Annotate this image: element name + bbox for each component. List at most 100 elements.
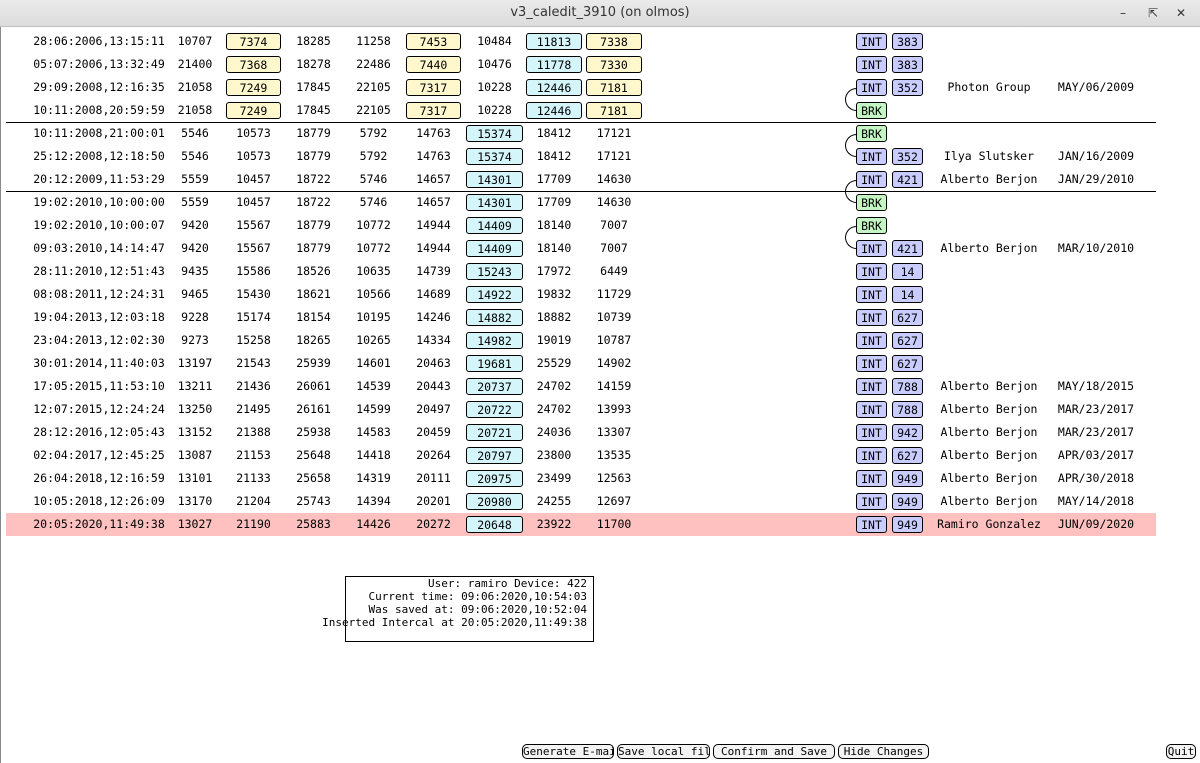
value-field[interactable]: 14409	[466, 240, 523, 257]
table-row[interactable]: 23:04:2013,12:02:30 9273 15258 18265 10265 14…	[6, 329, 1156, 352]
value-field[interactable]: 7181	[586, 102, 642, 119]
table-row[interactable]: 10:05:2018,12:26:09 13170 21204 25743 14394 2…	[6, 490, 1156, 513]
table-row[interactable]: 30:01:2014,11:40:03 13197 21543 25939 14601 2…	[6, 352, 1156, 375]
value-field[interactable]: 7330	[586, 56, 642, 73]
value-field[interactable]: 7317	[406, 102, 461, 119]
device-number-button[interactable]: 627	[892, 447, 923, 464]
device-number-button[interactable]: 14	[892, 263, 923, 280]
device-number-button[interactable]: 627	[892, 309, 923, 326]
device-number-button[interactable]: 788	[892, 378, 923, 395]
table-row[interactable]: 09:03:2010,14:14:47 9420 15567 18779 10772 14…	[6, 237, 1156, 260]
brk-button[interactable]: BRK	[856, 125, 887, 142]
value-field[interactable]: 7181	[586, 79, 642, 96]
device-number-button[interactable]: 788	[892, 401, 923, 418]
int-button[interactable]: INT	[856, 332, 887, 349]
device-number-button[interactable]: 421	[892, 171, 923, 188]
value-field[interactable]: 20722	[466, 401, 523, 418]
value-field[interactable]: 12446	[526, 79, 582, 96]
device-number-button[interactable]: 949	[892, 493, 923, 510]
table-row[interactable]: 26:04:2018,12:16:59 13101 21133 25658 14319 2…	[6, 467, 1156, 490]
int-button[interactable]: INT	[856, 401, 887, 418]
int-button[interactable]: INT	[856, 309, 887, 326]
int-button[interactable]: INT	[856, 148, 887, 165]
table-row[interactable]: 10:11:2008,21:00:01 5546 10573 18779 5792 147…	[6, 122, 1156, 145]
device-number-button[interactable]: 949	[892, 470, 923, 487]
int-button[interactable]: INT	[856, 240, 887, 257]
value-field[interactable]: 14409	[466, 217, 523, 234]
close-icon[interactable]: ✕	[1172, 4, 1190, 22]
table-row[interactable]: 28:12:2016,12:05:43 13152 21388 25938 14583 2…	[6, 421, 1156, 444]
device-number-button[interactable]: 14	[892, 286, 923, 303]
int-button[interactable]: INT	[856, 79, 887, 96]
table-row[interactable]: 19:04:2013,12:03:18 9228 15174 18154 10195 14…	[6, 306, 1156, 329]
table-row[interactable]: 17:05:2015,11:53:10 13211 21436 26061 14539 2…	[6, 375, 1156, 398]
device-number-button[interactable]: 383	[892, 56, 923, 73]
table-row[interactable]: 29:09:2008,12:16:35 21058 7249 17845 22105 73…	[6, 76, 1156, 99]
value-field[interactable]: 11813	[526, 33, 582, 50]
table-row[interactable]: 05:07:2006,13:32:49 21400 7368 18278 22486 74…	[6, 53, 1156, 76]
value-field[interactable]: 7249	[226, 102, 281, 119]
device-number-button[interactable]: 383	[892, 33, 923, 50]
table-row[interactable]: 08:08:2011,12:24:31 9465 15430 18621 10566 14…	[6, 283, 1156, 306]
int-button[interactable]: INT	[856, 516, 887, 533]
table-row[interactable]: 20:05:2020,11:49:38 13027 21190 25883 14426 2…	[6, 513, 1156, 536]
brk-button[interactable]: BRK	[856, 102, 887, 119]
table-row[interactable]: 19:02:2010,10:00:00 5559 10457 18722 5746 146…	[6, 191, 1156, 214]
value-field[interactable]: 15374	[466, 148, 523, 165]
device-number-button[interactable]: 949	[892, 516, 923, 533]
value-field[interactable]: 7317	[406, 79, 461, 96]
device-number-button[interactable]: 942	[892, 424, 923, 441]
table-row[interactable]: 12:07:2015,12:24:24 13250 21495 26161 14599 2…	[6, 398, 1156, 421]
brk-button[interactable]: BRK	[856, 217, 887, 234]
generate-email-button[interactable]: Generate E-mail	[522, 744, 614, 759]
int-button[interactable]: INT	[856, 447, 887, 464]
value-field[interactable]: 14982	[466, 332, 523, 349]
save-local-file-button[interactable]: Save local file	[617, 744, 710, 759]
table-row[interactable]: 10:11:2008,20:59:59 21058 7249 17845 22105 73…	[6, 99, 1156, 122]
value-field[interactable]: 14922	[466, 286, 523, 303]
int-button[interactable]: INT	[856, 56, 887, 73]
quit-button[interactable]: Quit	[1166, 744, 1196, 759]
int-button[interactable]: INT	[856, 263, 887, 280]
int-button[interactable]: INT	[856, 424, 887, 441]
table-row[interactable]: 25:12:2008,12:18:50 5546 10573 18779 5792 147…	[6, 145, 1156, 168]
value-field[interactable]: 7249	[226, 79, 281, 96]
value-field[interactable]: 20797	[466, 447, 523, 464]
value-field[interactable]: 15243	[466, 263, 523, 280]
value-field[interactable]: 20975	[466, 470, 523, 487]
value-field[interactable]: 14301	[466, 171, 523, 188]
brk-button[interactable]: BRK	[856, 194, 887, 211]
int-button[interactable]: INT	[856, 33, 887, 50]
device-number-button[interactable]: 352	[892, 79, 923, 96]
int-button[interactable]: INT	[856, 493, 887, 510]
table-row[interactable]: 20:12:2009,11:53:29 5559 10457 18722 5746 146…	[6, 168, 1156, 191]
device-number-button[interactable]: 352	[892, 148, 923, 165]
int-button[interactable]: INT	[856, 286, 887, 303]
value-field[interactable]: 7368	[226, 56, 281, 73]
value-field[interactable]: 14882	[466, 309, 523, 326]
value-field[interactable]: 7453	[406, 33, 461, 50]
device-number-button[interactable]: 627	[892, 355, 923, 372]
value-field[interactable]: 20737	[466, 378, 523, 395]
value-field[interactable]: 7440	[406, 56, 461, 73]
minimize-icon[interactable]: –	[1114, 4, 1132, 22]
confirm-and-save-button[interactable]: Confirm and Save	[713, 744, 835, 759]
device-number-button[interactable]: 627	[892, 332, 923, 349]
hide-changes-button[interactable]: Hide Changes	[838, 744, 929, 759]
int-button[interactable]: INT	[856, 378, 887, 395]
table-row[interactable]: 28:06:2006,13:15:11 10707 7374 18285 11258 74…	[6, 30, 1156, 53]
value-field[interactable]: 19681	[466, 355, 523, 372]
value-field[interactable]: 14301	[466, 194, 523, 211]
value-field[interactable]: 20648	[466, 516, 523, 533]
table-row[interactable]: 02:04:2017,12:45:25 13087 21153 25648 14418 2…	[6, 444, 1156, 467]
device-number-button[interactable]: 421	[892, 240, 923, 257]
value-field[interactable]: 7338	[586, 33, 642, 50]
value-field[interactable]: 20721	[466, 424, 523, 441]
restore-icon[interactable]: ⇱	[1144, 4, 1162, 22]
value-field[interactable]: 20980	[466, 493, 523, 510]
value-field[interactable]: 11778	[526, 56, 582, 73]
table-row[interactable]: 28:11:2010,12:51:43 9435 15586 18526 10635 14…	[6, 260, 1156, 283]
value-field[interactable]: 12446	[526, 102, 582, 119]
int-button[interactable]: INT	[856, 470, 887, 487]
value-field[interactable]: 15374	[466, 125, 523, 142]
